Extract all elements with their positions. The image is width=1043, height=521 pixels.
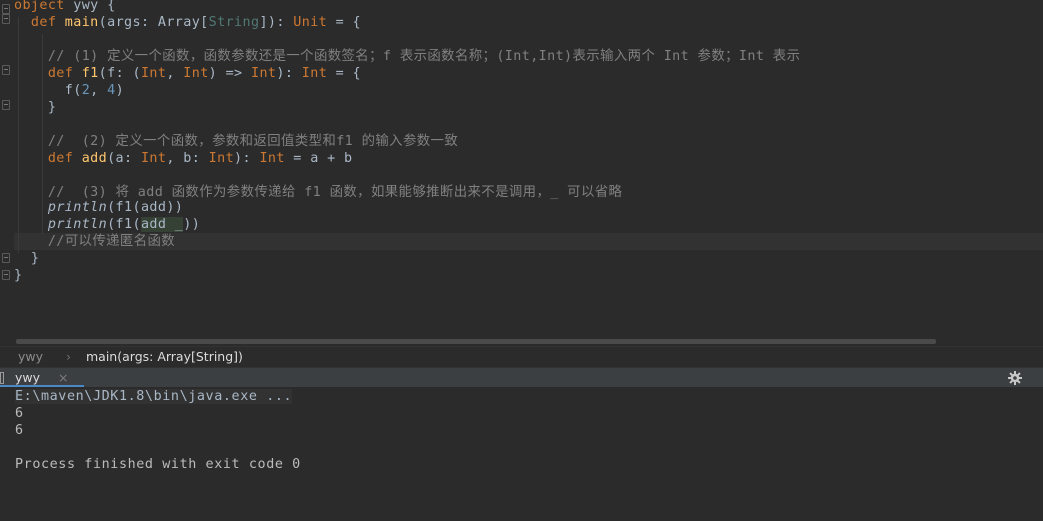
code-editor[interactable]: object ywy { def main(args: Array[String…	[0, 0, 1043, 346]
code-token: main	[64, 15, 99, 30]
code-token: object	[14, 0, 65, 13]
code-line: println(f1(add _))	[14, 216, 200, 233]
code-token: Int	[140, 66, 167, 81]
code-token: = {	[327, 15, 362, 30]
fold-marker-icon[interactable]	[2, 65, 10, 75]
code-token: }	[14, 251, 40, 266]
code-token: ) =>	[208, 66, 251, 81]
console-command-line: E:\maven\JDK1.8\bin\java.exe ...	[15, 389, 293, 404]
console-exit-message: Process finished with exit code 0	[15, 457, 301, 472]
code-token: println	[47, 200, 108, 215]
code-line: // (1) 定义一个函数，函数参数还是一个函数签名；f 表示函数名称；(Int…	[14, 48, 800, 65]
code-token: add	[81, 151, 108, 166]
code-token: (a:	[107, 151, 141, 166]
code-token: )	[115, 83, 125, 98]
code-token: f1	[81, 66, 99, 81]
code-token: String	[208, 15, 260, 30]
close-icon[interactable]: ×	[58, 368, 68, 387]
code-token: Int	[259, 151, 285, 166]
breadcrumb-item-object[interactable]: ywy	[18, 347, 43, 367]
code-line: def f1(f: (Int, Int) => Int): Int = {	[14, 65, 361, 82]
fold-marker-icon[interactable]	[2, 100, 10, 110]
run-panel-header: ywy ×	[0, 367, 1043, 388]
code-token: ))	[183, 217, 201, 232]
fold-marker-icon[interactable]	[2, 270, 10, 280]
code-token: Int	[140, 151, 167, 166]
code-line: object ywy {	[14, 0, 116, 14]
code-token: Int	[301, 66, 328, 81]
code-line: f(2, 4)	[14, 82, 124, 99]
console-output-line: 6	[15, 423, 24, 438]
code-token: (f1(add))	[107, 200, 184, 215]
run-tab[interactable]: ywy ×	[0, 368, 84, 387]
code-token: ):	[276, 66, 302, 81]
code-line: }	[14, 250, 39, 267]
fold-marker-icon[interactable]	[2, 253, 10, 263]
console-output-line: 6	[15, 406, 24, 421]
code-line: //可以传递匿名函数	[14, 233, 175, 250]
code-token: ]):	[259, 15, 294, 30]
code-token: (f1(	[107, 217, 141, 232]
code-token: 2	[81, 83, 91, 98]
code-token: (args: Array[	[98, 15, 209, 30]
code-token: def	[14, 66, 82, 81]
console-output[interactable]: E:\maven\JDK1.8\bin\java.exe ... 6 6 Pro…	[0, 387, 1043, 521]
code-token: }	[14, 100, 57, 115]
code-token: = a + b	[284, 151, 353, 166]
code-token: // (3) 将 add 函数作为参数传递给 f1 函数，如果能够推断出来不是调…	[14, 185, 623, 200]
code-line: def add(a: Int, b: Int): Int = a + b	[14, 150, 353, 167]
breadcrumb: ywy › main(args: Array[String])	[0, 346, 1043, 367]
code-token: ):	[234, 151, 260, 166]
code-token: Unit	[293, 15, 328, 30]
fold-marker-icon[interactable]	[2, 4, 10, 14]
code-token: (f: (	[98, 66, 141, 81]
run-tab-icon	[0, 372, 4, 384]
code-token: f(	[14, 83, 82, 98]
code-token: //可以传递匿名函数	[14, 234, 176, 249]
code-line: }	[14, 267, 22, 284]
code-token: ywy {	[64, 0, 116, 13]
code-line: // (2) 定义一个函数，参数和返回值类型和f1 的输入参数一致	[14, 133, 458, 150]
code-token: = {	[327, 66, 362, 81]
code-token: ,	[90, 83, 108, 98]
code-line: }	[14, 99, 56, 116]
code-token: def	[14, 15, 65, 30]
code-token: }	[14, 268, 23, 283]
code-token: Int	[183, 66, 209, 81]
chevron-right-icon: ›	[66, 349, 71, 364]
code-line: def main(args: Array[String]): Unit = {	[14, 14, 361, 31]
editor-gutter	[0, 0, 14, 346]
code-line: println(f1(add))	[14, 199, 183, 216]
code-token: // (2) 定义一个函数，参数和返回值类型和f1 的输入参数一致	[14, 134, 459, 149]
code-token: add _	[140, 217, 184, 232]
run-tab-label: ywy	[15, 370, 41, 385]
code-token: def	[14, 151, 82, 166]
code-token: println	[47, 217, 108, 232]
code-token: 4	[107, 83, 116, 98]
fold-marker-icon[interactable]	[2, 14, 10, 24]
breadcrumb-item-method[interactable]: main(args: Array[String])	[86, 347, 243, 367]
code-token: ,	[166, 66, 184, 81]
horizontal-scrollbar[interactable]	[16, 339, 936, 344]
code-token: // (1) 定义一个函数，函数参数还是一个函数签名；f 表示函数名称；(Int…	[14, 49, 801, 64]
gear-icon[interactable]	[1007, 368, 1023, 387]
code-token: Int	[208, 151, 235, 166]
code-token: Int	[250, 66, 277, 81]
code-token: , b:	[166, 151, 209, 166]
